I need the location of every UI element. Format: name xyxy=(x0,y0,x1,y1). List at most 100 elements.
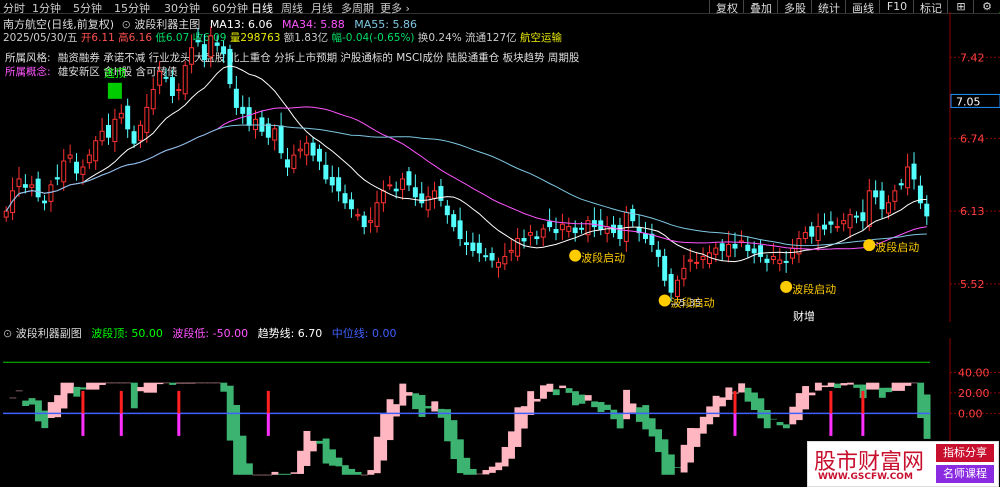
price-tick-label: 5.52 xyxy=(960,278,985,291)
candle-body xyxy=(310,142,316,156)
indicator-share-button[interactable]: 指标分享 xyxy=(936,444,994,462)
price-tick-label: 6.13 xyxy=(960,205,985,218)
candle-body xyxy=(758,245,764,257)
oscillator-fill-band xyxy=(335,457,343,467)
price-tick-label: 6.74 xyxy=(960,132,985,145)
candle-body xyxy=(444,205,450,216)
low-price-label: 5.35 xyxy=(679,298,701,309)
oscillator-fill-band xyxy=(9,397,17,399)
oscillator-fill-band xyxy=(469,468,477,475)
oscillator-fill-band xyxy=(431,401,439,412)
oscillator-fill-band xyxy=(98,382,106,385)
candle-body xyxy=(860,212,866,222)
candle-body xyxy=(464,242,469,245)
candle-body xyxy=(400,178,406,190)
candle-body xyxy=(559,223,565,231)
candle-body xyxy=(438,186,444,201)
candle-body xyxy=(189,47,195,65)
watermark-url: WWW.GSCFW.COM xyxy=(818,472,913,482)
oscillator-fill-band xyxy=(540,385,547,399)
candle-body xyxy=(847,214,853,229)
candle-body xyxy=(822,224,827,230)
candle-body xyxy=(419,193,425,204)
top-signal-bar xyxy=(829,390,833,414)
oscillator-fill-band xyxy=(220,382,228,392)
candle-body xyxy=(387,184,393,187)
oscillator-fill-band xyxy=(482,470,490,475)
price-tick-label: 7.42 xyxy=(960,51,985,64)
candle-body xyxy=(905,166,911,189)
candle-body xyxy=(892,190,898,202)
candle-body xyxy=(176,89,182,91)
candle-body xyxy=(841,220,847,225)
candle-body xyxy=(457,220,463,240)
oscillator-fill-band xyxy=(405,392,413,396)
candle-body xyxy=(489,253,495,261)
oscillator-fill-band xyxy=(233,404,241,475)
oscillator-fill-band xyxy=(150,382,157,393)
top-signal-label: 逃顶 xyxy=(104,67,126,80)
candle-body xyxy=(540,228,546,238)
candle-body xyxy=(406,171,412,186)
candle-body xyxy=(412,187,418,198)
oscillator-fill-band xyxy=(182,382,189,384)
oscillator-fill-band xyxy=(373,436,381,474)
candle-body xyxy=(246,107,252,126)
candle-body xyxy=(547,221,553,228)
oscillator-fill-band xyxy=(169,382,177,385)
candle-body xyxy=(393,188,399,192)
candle-body xyxy=(3,210,9,218)
candle-body xyxy=(54,177,60,180)
candle-body xyxy=(16,178,22,188)
candle-body xyxy=(259,117,265,132)
oscillator-fill-band xyxy=(130,382,138,409)
oscillator-fill-band xyxy=(399,383,407,406)
oscillator-fill-band xyxy=(552,389,560,396)
oscillator-fill-band xyxy=(28,398,36,405)
oscillator-fill-band xyxy=(923,394,931,439)
oscillator-fill-band xyxy=(565,388,573,393)
candle-body xyxy=(866,190,872,227)
oscillator-fill-band xyxy=(674,467,682,468)
oscillator-fill-band xyxy=(124,382,132,384)
oscillator-fill-band xyxy=(840,383,848,386)
candle-body xyxy=(297,148,303,152)
candle-body xyxy=(368,220,374,223)
oscillator-fill-band xyxy=(872,382,880,390)
candle-body xyxy=(719,243,725,251)
candle-body xyxy=(278,125,284,154)
oscillator-fill-band xyxy=(463,457,471,475)
oscillator-fill-band xyxy=(827,382,835,387)
candle-body xyxy=(106,125,111,138)
top-signal-bar xyxy=(266,390,270,414)
oscillator-fill-band xyxy=(501,446,509,467)
oscillator-fill-band xyxy=(175,382,183,384)
oscillator-fill-band xyxy=(258,474,266,476)
candle-body xyxy=(29,184,35,188)
candle-body xyxy=(214,42,220,46)
oscillator-fill-band xyxy=(297,450,304,474)
bottom-signal-bar xyxy=(733,413,737,436)
candle-body xyxy=(898,183,904,186)
oscillator-fill-band xyxy=(118,382,125,384)
candle-body xyxy=(873,190,879,198)
start-signal-label: 波段启动 xyxy=(581,251,625,265)
teacher-course-button[interactable]: 名师课程 xyxy=(936,465,994,483)
oscillator-fill-band xyxy=(655,429,662,453)
start-signal-icon xyxy=(658,294,671,307)
oscillator-fill-band xyxy=(533,398,541,402)
oscillator-fill-band xyxy=(412,393,420,410)
candle-body xyxy=(118,112,124,119)
candlestick-chart[interactable]: 7.426.746.135.527.05逃顶逃顶逃顶波段启动波段启动波段启动波段… xyxy=(0,12,1000,322)
oscillator-fill-band xyxy=(476,473,483,475)
oscillator-fill-band xyxy=(623,389,631,420)
ma55-line xyxy=(5,124,927,247)
ma34-line xyxy=(5,106,927,250)
oscillator-fill-band xyxy=(629,403,637,413)
candle-body xyxy=(668,274,674,293)
oscillator-fill-band xyxy=(92,382,100,390)
oscillator-fill-band xyxy=(904,382,912,386)
oscillator-fill-band xyxy=(744,387,752,402)
start-signal-icon xyxy=(569,249,582,262)
oscillator-fill-band xyxy=(245,463,253,475)
